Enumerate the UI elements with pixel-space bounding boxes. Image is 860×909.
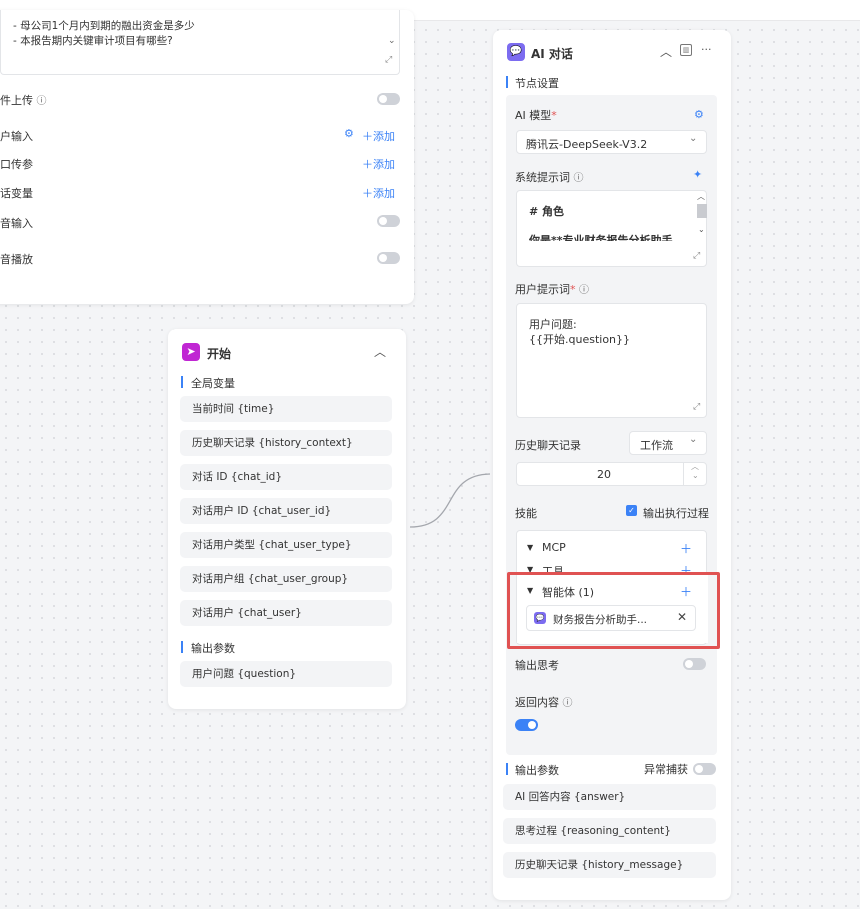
return-content-label: 返回内容 ⓘ: [515, 696, 573, 709]
exception-capture-label: 异常捕获: [644, 763, 688, 776]
return-content-toggle[interactable]: [515, 719, 538, 731]
expand-icon[interactable]: ⤢: [385, 55, 392, 65]
textarea-line: - 母公司1个月内到期的融出资金是多少: [13, 20, 195, 32]
global-var-item: 对话用户类型 {chat_user_type}: [180, 532, 392, 558]
skills-label: 技能: [515, 507, 537, 520]
param-pass-label: 口传参: [0, 158, 33, 171]
chevron-up-icon[interactable]: ︿: [697, 191, 705, 202]
output-var-item: 历史聊天记录 {history_message}: [503, 852, 716, 878]
user-input-label: 户输入: [0, 130, 33, 143]
ai-node-title: AI 对话: [531, 47, 573, 61]
info-icon: ⓘ: [36, 96, 47, 107]
chart-icon[interactable]: ▥: [680, 44, 692, 56]
ai-model-label: AI 模型*: [515, 109, 557, 122]
model-select-value: 腾讯云-DeepSeek-V3.2: [526, 138, 648, 151]
ai-generate-icon[interactable]: ✦: [693, 168, 702, 181]
history-label: 历史聊天记录: [515, 439, 581, 452]
plus-icon: ＋: [362, 187, 373, 200]
output-var-item: 思考过程 {reasoning_content}: [503, 818, 716, 844]
user-prompt-line: {{开始.question}}: [529, 333, 631, 346]
section-marker: [181, 376, 183, 388]
output-thinking-toggle[interactable]: [683, 658, 706, 670]
stepper[interactable]: ︿ ⌄: [683, 462, 707, 485]
history-count-input[interactable]: 20 ︿ ⌄: [516, 462, 707, 486]
scroll-thumb[interactable]: [697, 204, 707, 218]
global-var-item: 对话用户 {chat_user}: [180, 600, 392, 626]
textarea-line: - 本报告期内关键审计项目有哪些?: [13, 35, 173, 47]
model-select[interactable]: 腾讯云-DeepSeek-V3.2 ⌄: [516, 130, 707, 154]
history-mode-value: 工作流: [640, 439, 673, 452]
user-prompt-line: 用户问题:: [529, 318, 577, 331]
plus-icon: ＋: [362, 130, 373, 143]
global-var-item: 历史聊天记录 {history_context}: [180, 430, 392, 456]
expand-icon[interactable]: ⤢: [693, 251, 700, 261]
system-prompt-textarea[interactable]: # 角色 你是**专业财务报告分析助手 ︿ ⌄ ⤢: [516, 190, 707, 267]
user-prompt-textarea[interactable]: 用户问题: {{开始.question}} ⤢: [516, 303, 707, 418]
history-count-value: 20: [597, 468, 611, 481]
session-var-label: 话变量: [0, 187, 33, 200]
chevron-down-icon[interactable]: ⌄: [698, 225, 705, 234]
caret-down-icon[interactable]: ▼: [527, 543, 533, 552]
voice-playback-label: 音播放: [0, 253, 33, 266]
user-prompt-label: 用户提示词* ⓘ: [515, 283, 589, 296]
scrollbar[interactable]: ︿ ⌄: [695, 191, 707, 243]
prompt-textarea[interactable]: - 母公司1个月内到期的融出资金是多少 - 本报告期内关键审计项目有哪些? ⌄ …: [0, 10, 400, 75]
gear-icon[interactable]: ⚙: [344, 127, 354, 140]
voice-input-toggle[interactable]: [377, 215, 400, 227]
global-var-item: 对话用户组 {chat_user_group}: [180, 566, 392, 592]
gear-icon[interactable]: ⚙: [694, 108, 704, 121]
global-var-item: 对话 ID {chat_id}: [180, 464, 392, 490]
system-prompt-label: 系统提示词 ⓘ: [515, 171, 584, 184]
start-node-icon: ➤: [182, 343, 200, 361]
system-prompt-line: 你是**专业财务报告分析助手: [529, 234, 673, 241]
output-params-heading: 输出参数: [515, 764, 559, 777]
info-icon: ⓘ: [573, 173, 584, 184]
chevron-up-icon[interactable]: ︿: [660, 43, 672, 60]
info-icon: ⓘ: [579, 285, 589, 296]
chevron-up-icon[interactable]: ︿: [374, 343, 386, 360]
section-marker: [506, 763, 508, 775]
checkbox-checked[interactable]: ✓: [626, 505, 637, 516]
section-marker: [506, 76, 508, 88]
chevron-down-icon: ⌄: [689, 133, 698, 144]
user-input-add-button[interactable]: ＋添加: [362, 128, 395, 144]
section-marker: [181, 641, 183, 653]
more-icon[interactable]: ···: [701, 43, 712, 56]
plus-icon[interactable]: ＋: [680, 540, 692, 557]
output-var-item: AI 回答内容 {answer}: [503, 784, 716, 810]
exception-capture-toggle[interactable]: [693, 763, 716, 775]
chevron-down-icon: ⌄: [689, 434, 698, 445]
skill-mcp-label: MCP: [542, 541, 566, 554]
history-mode-select[interactable]: 工作流 ⌄: [629, 431, 707, 455]
global-var-item: 对话用户 ID {chat_user_id}: [180, 498, 392, 524]
highlight-box: [507, 572, 720, 649]
output-thinking-label: 输出思考: [515, 659, 559, 672]
file-upload-label: 件上传 ⓘ: [0, 94, 47, 107]
info-icon: ⓘ: [562, 698, 573, 709]
param-pass-add-button[interactable]: ＋添加: [362, 156, 395, 172]
file-upload-toggle[interactable]: [377, 93, 400, 105]
start-node[interactable]: ➤ 开始 ︿ 全局变量 当前时间 {time} 历史聊天记录 {history_…: [168, 329, 406, 709]
output-var-item: 用户问题 {question}: [180, 661, 392, 687]
node-settings-heading: 节点设置: [515, 77, 559, 90]
connector-line: [409, 473, 491, 528]
output-params-heading: 输出参数: [191, 642, 235, 655]
session-var-add-button[interactable]: ＋添加: [362, 185, 395, 201]
system-prompt-line: # 角色: [529, 205, 565, 218]
voice-input-label: 音输入: [0, 217, 33, 230]
global-vars-heading: 全局变量: [191, 377, 235, 390]
start-node-title: 开始: [207, 347, 232, 361]
expand-icon[interactable]: ⤢: [693, 402, 700, 412]
show-process-label: 输出执行过程: [643, 507, 709, 520]
ai-dialog-node[interactable]: 💬 AI 对话 ︿ ▥ ··· 节点设置 AI 模型* ⚙ 腾讯云-DeepSe…: [493, 30, 731, 900]
voice-playback-toggle[interactable]: [377, 252, 400, 264]
left-node-panel: - 母公司1个月内到期的融出资金是多少 - 本报告期内关键审计项目有哪些? ⌄ …: [0, 10, 414, 304]
chevron-down-icon[interactable]: ⌄: [692, 471, 699, 480]
plus-icon: ＋: [362, 158, 373, 171]
global-var-item: 当前时间 {time}: [180, 396, 392, 422]
ai-chat-icon: 💬: [507, 43, 525, 61]
chevron-down-icon[interactable]: ⌄: [388, 36, 396, 46]
